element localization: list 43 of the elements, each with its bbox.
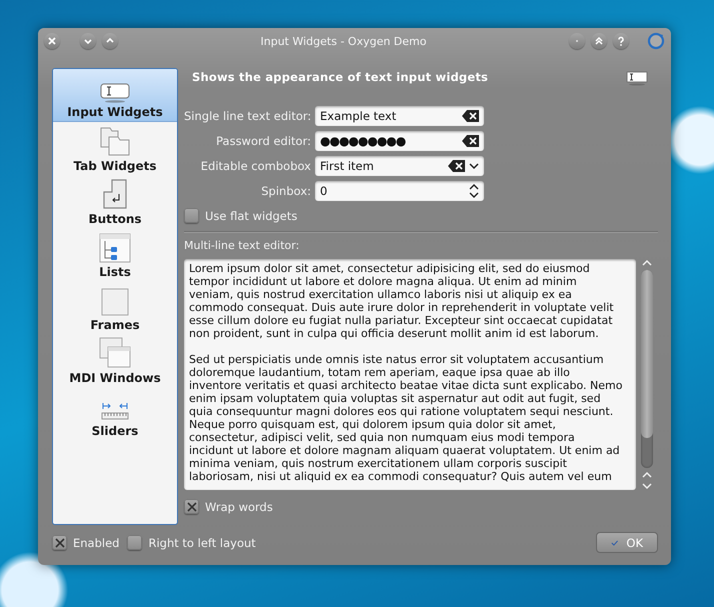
chevron-up-icon[interactable] (642, 471, 652, 479)
cross-icon (54, 536, 66, 548)
page-list-item[interactable]: MDI Windows (53, 334, 177, 387)
chevron-up-icon[interactable] (102, 33, 118, 49)
page-list-item[interactable]: Lists (53, 228, 177, 281)
window-title: Input Widgets - Oxygen Demo (260, 34, 428, 48)
spinbox[interactable]: 0 (315, 181, 484, 201)
field-label: Password editor: (215, 134, 311, 148)
password-field[interactable]: ●●●●●●●●● (315, 131, 484, 151)
chevron-down-icon[interactable] (469, 162, 479, 170)
page-list-item[interactable]: Sliders (53, 387, 177, 440)
tree-list-icon (99, 233, 131, 263)
page-list-item[interactable]: Input Widgets (53, 69, 177, 122)
scrollbar[interactable] (640, 259, 654, 490)
text-field[interactable]: Example text (315, 106, 484, 126)
page-list-item[interactable]: Tab Widgets (53, 122, 177, 175)
checkbox[interactable]: Enabled (52, 535, 120, 550)
section-label: Multi-line text editor: (184, 239, 300, 252)
folders-icon (99, 125, 131, 157)
combobox[interactable]: First item (315, 156, 484, 176)
field-label: Spinbox: (260, 184, 311, 198)
cross-icon (186, 500, 198, 512)
close-icon[interactable] (44, 33, 60, 49)
windows-icon (99, 337, 131, 369)
page-list-item[interactable]: Buttons (53, 175, 177, 228)
help-icon[interactable] (613, 33, 629, 49)
dot-icon[interactable] (569, 33, 585, 49)
text-field-icon (626, 70, 648, 86)
field-label: Editable combobox (200, 159, 311, 173)
spin-arrows-icon[interactable] (469, 184, 479, 198)
checkbox[interactable]: Right to left layout (127, 535, 256, 550)
text-area[interactable]: Lorem ipsum dolor sit amet, consectetur adipisicing elit, sed do eiusmod tempor incididunt ut labore et dolore magna aliqua. Ut enim ad minim veniam, quis nostrud exercitation ullamco laboris nisi ut aliquip ex ea commodo consequat. Duis aute irure dolor in reprehenderit in voluptate velit esse cillum dolore eu fugiat nulla pariatur. Excepteur sint occaecat cupidatat non proident, sunt in culpa qui officia deserunt mollit anim id est laborum. Sed ut perspiciatis unde omnis iste natus error sit voluptatem accusantium doloremque laudantium, totam rem aperiam, eaque ipsa quae ab illo inventore veritatis et quasi architecto beatae vitae dicta sunt explicabo. Nemo enim ipsam voluptatem quia voluptas sit aspernatur aut odit aut fugit, sed quia consequuntur magni dolores eos qui ratione voluptatem sequi nesciunt. Neque porro quisquam est, qui dolorem ipsum quia dolor sit amet, consectetur, adipisci velit, sed quia non numquam eius modi tempora incidunt ut labore et dolore magnam aliquam quaerat voluptatem. Ut enim ad minima veniam, quis nostrum exercitationem ullam corporis suscipit laboriosam, nisi ut aliquid ex ea commodi consequatur? Quis autem vel eum (184, 259, 636, 490)
frame-icon (101, 288, 129, 316)
double-chevron-up-icon[interactable] (591, 33, 607, 49)
page-description: Shows the appearance of text input widgets (192, 70, 488, 84)
text-field-icon (100, 81, 130, 103)
clear-icon[interactable] (462, 110, 479, 122)
ruler-icon (100, 400, 130, 422)
field-label: Single line text editor: (184, 109, 311, 123)
clear-icon[interactable] (462, 135, 479, 147)
chevron-up-icon[interactable] (642, 259, 652, 267)
page-list-item[interactable]: Frames (53, 281, 177, 334)
clear-icon[interactable] (448, 160, 465, 172)
